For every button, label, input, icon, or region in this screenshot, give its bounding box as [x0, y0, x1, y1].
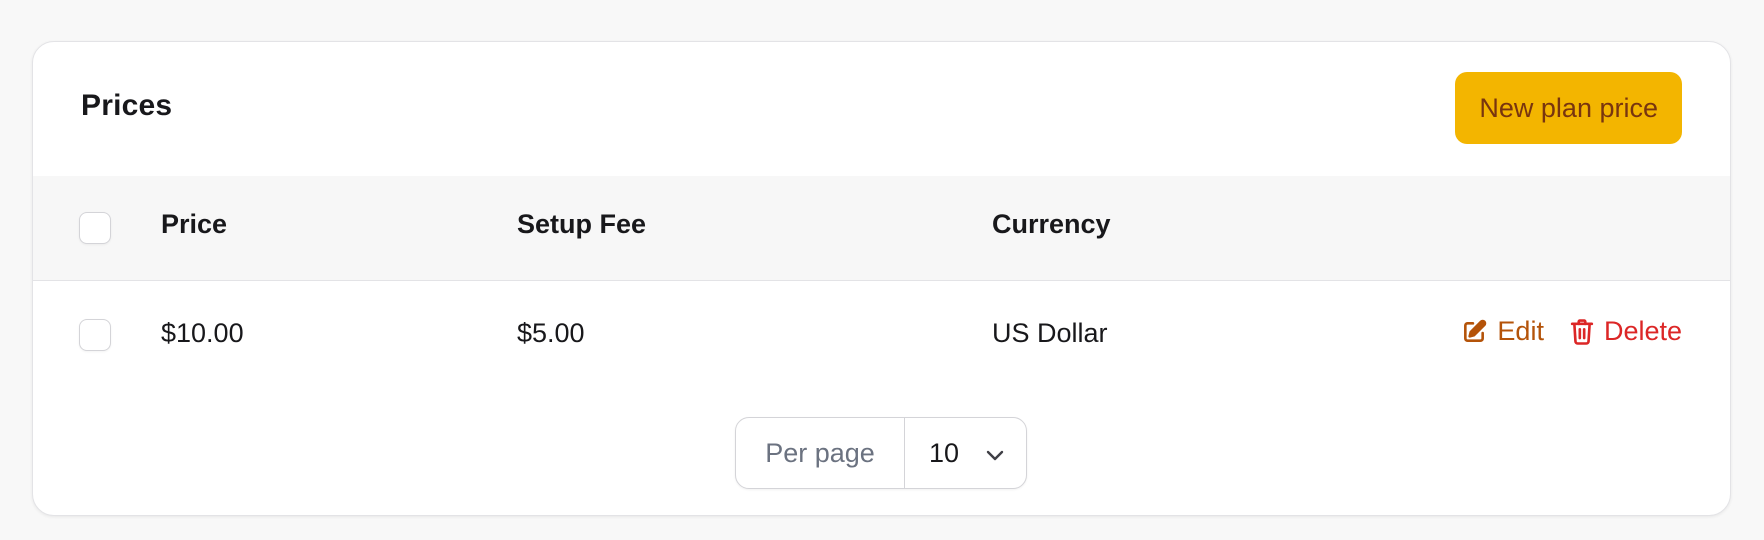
- edit-action[interactable]: Edit: [1461, 316, 1544, 347]
- card-header: Prices New plan price: [33, 42, 1730, 176]
- delete-action[interactable]: Delete: [1570, 316, 1682, 347]
- per-page-select[interactable]: 10: [905, 418, 1026, 488]
- currency-cell: US Dollar: [992, 318, 1108, 348]
- chevron-down-icon: [985, 438, 1005, 469]
- setup-fee-cell: $5.00: [517, 318, 585, 348]
- per-page-label: Per page: [736, 418, 905, 488]
- trash-icon: [1570, 318, 1594, 345]
- table-header: Price Setup Fee Currency: [33, 176, 1730, 281]
- price-cell: $10.00: [161, 318, 244, 348]
- prices-card: Prices New plan price Price Setup Fee Cu…: [32, 41, 1731, 516]
- new-plan-price-button[interactable]: New plan price: [1455, 72, 1682, 144]
- delete-label: Delete: [1603, 316, 1682, 346]
- table-row: $10.00 $5.00 US Dollar Edit Delete: [33, 281, 1730, 389]
- row-actions: Edit Delete: [1461, 316, 1682, 347]
- column-header-price[interactable]: Price: [161, 209, 227, 240]
- per-page-value: 10: [929, 437, 960, 468]
- select-all-checkbox[interactable]: [79, 212, 111, 244]
- pencil-square-icon: [1461, 319, 1487, 345]
- edit-label: Edit: [1497, 316, 1544, 346]
- column-header-setup-fee[interactable]: Setup Fee: [517, 209, 646, 240]
- column-header-currency[interactable]: Currency: [992, 209, 1111, 240]
- per-page-control: Per page 10: [735, 417, 1027, 489]
- row-checkbox[interactable]: [79, 319, 111, 351]
- page-title: Prices: [81, 89, 173, 122]
